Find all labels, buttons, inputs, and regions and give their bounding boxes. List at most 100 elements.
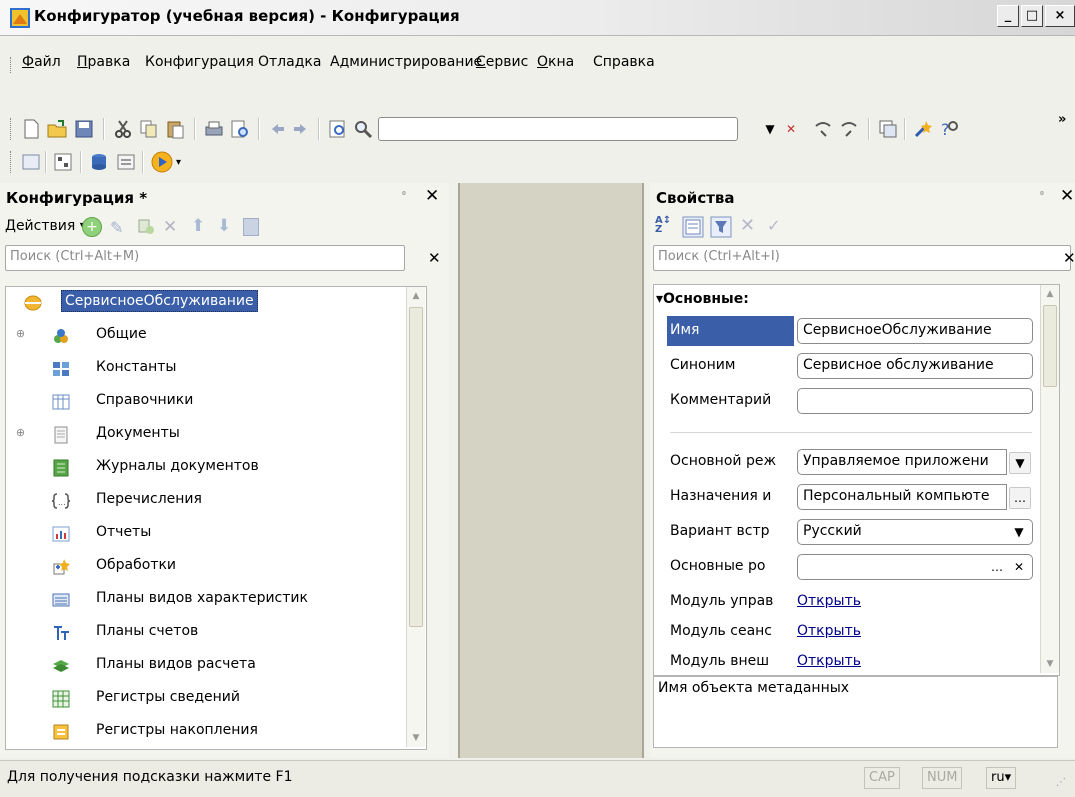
properties-search-input[interactable]: Поиск (Ctrl+Alt+I)	[653, 245, 1071, 271]
redo-icon[interactable]	[290, 118, 312, 140]
new-file-icon[interactable]	[20, 118, 42, 140]
database-icon[interactable]	[88, 151, 110, 173]
menu-help[interactable]: Справка	[593, 54, 655, 70]
menu-edit[interactable]: Правка	[77, 54, 130, 70]
menu-debug[interactable]: Отладка	[258, 54, 321, 70]
scroll-down-icon[interactable]: ▼	[1041, 659, 1059, 669]
close-panel-icon[interactable]: ✕	[425, 186, 439, 206]
filter-icon[interactable]	[710, 216, 732, 238]
name-field[interactable]: СервисноеОбслуживание	[797, 318, 1033, 344]
move-up-icon[interactable]: ⬆	[191, 216, 205, 236]
run-debug-icon[interactable]	[150, 150, 174, 174]
tree-item-reports[interactable]: Отчеты	[6, 518, 424, 551]
close-panel-icon[interactable]: ✕	[1060, 186, 1074, 206]
tree-scroll-thumb[interactable]	[409, 307, 423, 627]
run-mode-select[interactable]: Управляемое приложени	[797, 449, 1007, 475]
toolbar-grip[interactable]	[10, 151, 14, 173]
menu-grip[interactable]	[10, 57, 14, 73]
scroll-up-icon[interactable]: ▲	[1041, 289, 1059, 299]
pin-icon[interactable]: ⁰	[402, 191, 406, 201]
toolbar-grip[interactable]	[10, 118, 14, 140]
edit-icon[interactable]: ✎	[110, 218, 123, 237]
move-down-icon[interactable]: ⬇	[217, 216, 231, 236]
tree-item-info-registers[interactable]: Регистры сведений	[6, 683, 424, 716]
properties-scroll-thumb[interactable]	[1043, 305, 1057, 387]
prop-row-run-mode[interactable]: Основной реж Управляемое приложени ▼	[654, 447, 1039, 477]
menu-file[interactable]: Файл	[22, 54, 61, 70]
clear-search-icon[interactable]: ✕	[781, 118, 801, 140]
sort-alpha-icon[interactable]: A↕ Z	[655, 216, 671, 235]
wizard-icon[interactable]	[912, 118, 934, 140]
delete-icon[interactable]: ✕	[163, 217, 177, 237]
prop-row-comment[interactable]: Комментарий	[654, 386, 1039, 416]
run-dropdown-icon[interactable]: ▾	[176, 157, 181, 168]
tree-item-constants[interactable]: Константы	[6, 353, 424, 386]
actions-menu-button[interactable]: Действия ▾	[5, 218, 87, 234]
language-indicator[interactable]: ru▾	[986, 767, 1017, 789]
menu-administration[interactable]: Администрирование	[330, 54, 482, 70]
windows-list-icon[interactable]	[877, 118, 899, 140]
config-search-input[interactable]: Поиск (Ctrl+Alt+M)	[5, 245, 405, 271]
find-prev-icon[interactable]	[838, 118, 860, 140]
menu-windows[interactable]: Окна	[537, 54, 574, 70]
sort-icon[interactable]	[243, 218, 259, 236]
properties-scrollbar[interactable]: ▲ ▼	[1040, 285, 1059, 673]
prop-row-session-module[interactable]: Модуль сеанс Открыть	[654, 617, 1039, 647]
chevron-down-icon[interactable]: ▼	[1009, 452, 1031, 474]
help-icon[interactable]: ?	[938, 118, 960, 140]
open-session-module-link[interactable]: Открыть	[797, 623, 861, 639]
config-window-icon[interactable]	[20, 151, 42, 173]
find-in-text-icon[interactable]	[327, 118, 349, 140]
menu-service[interactable]: Сервис	[476, 54, 528, 70]
expand-icon[interactable]: ⊕	[15, 427, 26, 439]
comment-field[interactable]	[797, 388, 1033, 414]
print-preview-icon[interactable]	[229, 118, 251, 140]
resize-grip-icon[interactable]: ⋰	[1056, 777, 1066, 788]
close-window-button[interactable]: ×	[1045, 5, 1075, 27]
scroll-up-icon[interactable]: ▲	[407, 291, 425, 301]
form-icon[interactable]	[115, 151, 137, 173]
tree-item-dataprocessors[interactable]: Обработки	[6, 551, 424, 584]
categorized-icon[interactable]	[682, 216, 704, 238]
prop-row-synonym[interactable]: Синоним Сервисное обслуживание	[654, 351, 1039, 381]
print-icon[interactable]	[203, 118, 225, 140]
tree-item-catalogs[interactable]: Справочники	[6, 386, 424, 419]
pin-icon[interactable]: ⁰	[1040, 191, 1044, 201]
add-icon[interactable]: +	[82, 217, 102, 237]
copy-icon[interactable]	[138, 118, 160, 140]
clear-config-search-icon[interactable]: ✕	[428, 249, 441, 267]
tree-item-journals[interactable]: Журналы документов	[6, 452, 424, 485]
tree-item-documents[interactable]: ⊕ Документы	[6, 419, 424, 452]
tree-root[interactable]: СервисноеОбслуживание	[6, 287, 424, 320]
clear-properties-search-icon[interactable]: ✕	[1063, 249, 1075, 267]
synonym-field[interactable]: Сервисное обслуживание	[797, 353, 1033, 379]
search-icon[interactable]	[352, 118, 374, 140]
prop-row-name[interactable]: Имя СервисноеОбслуживание	[654, 316, 1039, 346]
tree-item-chart-of-accounts[interactable]: Планы счетов	[6, 617, 424, 650]
maximize-button[interactable]: □	[1021, 5, 1043, 27]
tree-item-accum-registers[interactable]: Регистры накопления	[6, 716, 424, 749]
prop-row-roles[interactable]: Основные ро … ✕	[654, 552, 1039, 582]
apply-icon[interactable]: ✓	[767, 216, 780, 235]
paste-icon[interactable]	[164, 118, 186, 140]
tree-item-calc-types[interactable]: Планы видов расчета	[6, 650, 424, 683]
save-icon[interactable]	[73, 118, 95, 140]
prop-row-external-module[interactable]: Модуль внеш Открыть	[654, 647, 1039, 675]
menu-configuration[interactable]: Конфигурация	[145, 54, 254, 70]
minimize-button[interactable]: _	[997, 5, 1019, 27]
compare-icon[interactable]	[52, 151, 74, 173]
properties-group[interactable]: ▾Основные:	[656, 291, 749, 307]
prop-row-language[interactable]: Вариант встр Русский ▼	[654, 517, 1039, 547]
clear-icon[interactable]: ✕	[1009, 557, 1029, 577]
tree-scrollbar[interactable]: ▲ ▼	[406, 287, 425, 747]
prop-row-app-module[interactable]: Модуль управ Открыть	[654, 587, 1039, 617]
tree-item-chart-of-characteristics[interactable]: Планы видов характеристик	[6, 584, 424, 617]
scroll-down-icon[interactable]: ▼	[407, 733, 425, 743]
tree-item-enums[interactable]: ... Перечисления	[6, 485, 424, 518]
find-next-icon[interactable]	[812, 118, 834, 140]
chevron-down-icon[interactable]: ▼	[760, 118, 780, 140]
undo-icon[interactable]	[266, 118, 288, 140]
search-combo[interactable]	[378, 117, 738, 141]
prop-row-purpose[interactable]: Назначения и Персональный компьюте …	[654, 482, 1039, 512]
expand-icon[interactable]: ⊕	[15, 328, 26, 340]
